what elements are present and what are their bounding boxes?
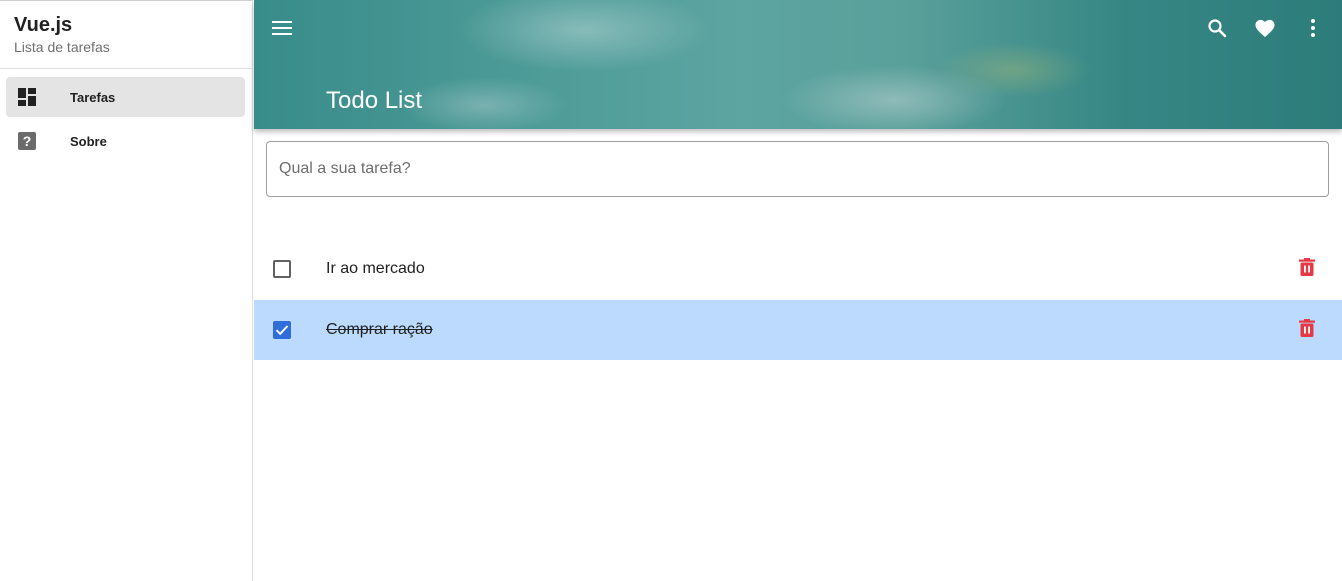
sidebar-item-sobre[interactable]: ? Sobre [6, 121, 245, 161]
navigation-drawer: Vue.js Lista de tarefas Tarefas ? Sobre [0, 0, 253, 581]
app-bar: Todo List [254, 0, 1342, 129]
dashboard-icon [16, 86, 38, 108]
app-title: Vue.js [14, 14, 73, 36]
task-checkbox[interactable] [273, 260, 291, 278]
menu-button[interactable] [268, 16, 296, 44]
trash-icon [1299, 257, 1315, 281]
task-label: Comprar ração [326, 321, 433, 338]
page-title: Todo List [326, 87, 423, 114]
task-input[interactable] [266, 141, 1329, 197]
task-checkbox-checked[interactable] [273, 321, 291, 339]
more-options-button[interactable] [1299, 16, 1327, 44]
drawer-nav: Tarefas ? Sobre [0, 69, 252, 161]
task-row[interactable]: Comprar ração [254, 300, 1342, 360]
delete-button[interactable] [1296, 318, 1318, 342]
sidebar-item-label: Sobre [70, 133, 107, 149]
drawer-header: Vue.js Lista de tarefas [0, 1, 252, 69]
sidebar-item-tarefas[interactable]: Tarefas [6, 77, 245, 117]
delete-button[interactable] [1296, 257, 1318, 281]
help-icon: ? [16, 130, 38, 152]
more-vert-icon [1310, 18, 1316, 43]
heart-icon [1254, 18, 1276, 43]
svg-text:?: ? [23, 133, 32, 149]
check-icon [275, 325, 289, 336]
app-subtitle: Lista de tarefas [14, 39, 110, 55]
search-button[interactable] [1203, 16, 1231, 44]
search-icon [1207, 18, 1227, 43]
trash-icon [1299, 318, 1315, 342]
menu-icon [272, 20, 292, 41]
task-label: Ir ao mercado [326, 260, 425, 277]
sidebar-item-label: Tarefas [70, 89, 116, 105]
task-row[interactable]: Ir ao mercado [254, 239, 1342, 299]
favorite-button[interactable] [1251, 16, 1279, 44]
